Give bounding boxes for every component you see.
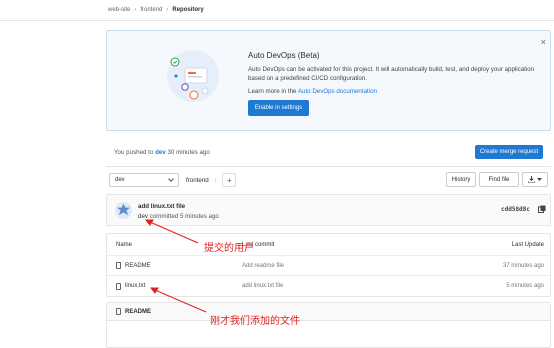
file-table: Name Last commit Last Update README Add …: [106, 233, 551, 297]
table-row[interactable]: README Add readme file 37 minutes ago: [107, 256, 550, 276]
breadcrumb-group[interactable]: web-site: [108, 7, 130, 13]
push-prefix: You pushed to: [114, 149, 154, 156]
avatar[interactable]: [115, 202, 132, 219]
file-icon: [116, 308, 121, 315]
branch-name: dev: [115, 177, 125, 183]
devops-title: Auto DevOps (Beta): [248, 51, 320, 60]
path-root[interactable]: frontend: [186, 177, 209, 184]
path-separator: /: [214, 176, 217, 184]
table-header: Name Last commit Last Update: [107, 234, 550, 256]
download-button[interactable]: [522, 172, 548, 187]
readme-header: README: [107, 303, 550, 321]
commit-message-link[interactable]: add linux.txt file: [138, 203, 185, 210]
file-name-link[interactable]: linux.txt: [125, 283, 145, 289]
auto-devops-banner: × Auto DevOps (Beta) Auto DevOps can be …: [106, 30, 551, 131]
file-icon: [116, 282, 121, 290]
commit-time: committed 5 minutes ago: [149, 213, 219, 220]
file-last-commit-link[interactable]: Add readme file: [242, 263, 284, 269]
file-last-update: 5 minutes ago: [506, 283, 544, 289]
devops-learn-more: Learn more in the Auto DevOps documentat…: [248, 88, 377, 95]
file-icon: [116, 262, 121, 269]
pushed-branch-link[interactable]: dev: [155, 149, 166, 156]
file-name-link[interactable]: README: [125, 263, 151, 269]
history-button[interactable]: History: [446, 172, 476, 187]
devops-illustration-icon: [167, 50, 219, 102]
chevron-down-icon: [537, 177, 542, 181]
file-last-commit-link[interactable]: add linux.txt file: [242, 283, 283, 289]
divider: [0, 20, 554, 21]
commit-author-link[interactable]: dev: [138, 213, 148, 220]
readme-title[interactable]: README: [125, 309, 151, 315]
divider: [106, 166, 551, 167]
find-file-button[interactable]: Find file: [479, 172, 519, 187]
enable-in-settings-button[interactable]: Enable in settings: [248, 100, 309, 116]
branch-selector[interactable]: dev: [109, 173, 179, 187]
breadcrumb: web-site › frontend › Repository: [108, 7, 204, 13]
chevron-down-icon: [168, 176, 174, 182]
header-name: Name: [116, 241, 133, 248]
breadcrumb-separator: ›: [166, 7, 169, 13]
devops-description: Auto DevOps can be activated for this pr…: [248, 66, 535, 82]
header-last-update: Last Update: [511, 241, 544, 248]
table-row[interactable]: linux.txt add linux.txt file 5 minutes a…: [107, 276, 550, 296]
find-file-label: Find file: [488, 176, 510, 183]
copy-icon[interactable]: [538, 205, 546, 213]
close-icon[interactable]: ×: [541, 37, 546, 47]
learn-more-text: Learn more in the: [248, 88, 297, 95]
devops-docs-link[interactable]: Auto DevOps documentation: [298, 88, 377, 95]
annotation-submitter: 提交的用户: [204, 243, 254, 254]
create-merge-request-button[interactable]: Create merge request: [475, 145, 543, 159]
commit-sha[interactable]: cdd58d8c: [501, 206, 530, 213]
breadcrumb-separator: ›: [134, 7, 137, 13]
annotation-added-file: 刚才我们添加的文件: [210, 316, 300, 327]
add-file-button[interactable]: +: [222, 173, 237, 187]
file-last-update: 37 minutes ago: [502, 262, 544, 269]
repo-path: frontend / +: [186, 173, 237, 187]
breadcrumb-current[interactable]: Repository: [172, 7, 203, 13]
push-time: 30 minutes ago: [167, 149, 210, 156]
last-commit-panel: add linux.txt file dev committed 5 minut…: [106, 194, 551, 226]
breadcrumb-project[interactable]: frontend: [140, 7, 162, 13]
readme-panel: README: [106, 302, 551, 348]
download-icon: [528, 176, 535, 183]
commit-meta: dev committed 5 minutes ago: [138, 213, 219, 220]
push-notice: You pushed to dev 30 minutes ago: [114, 149, 210, 156]
